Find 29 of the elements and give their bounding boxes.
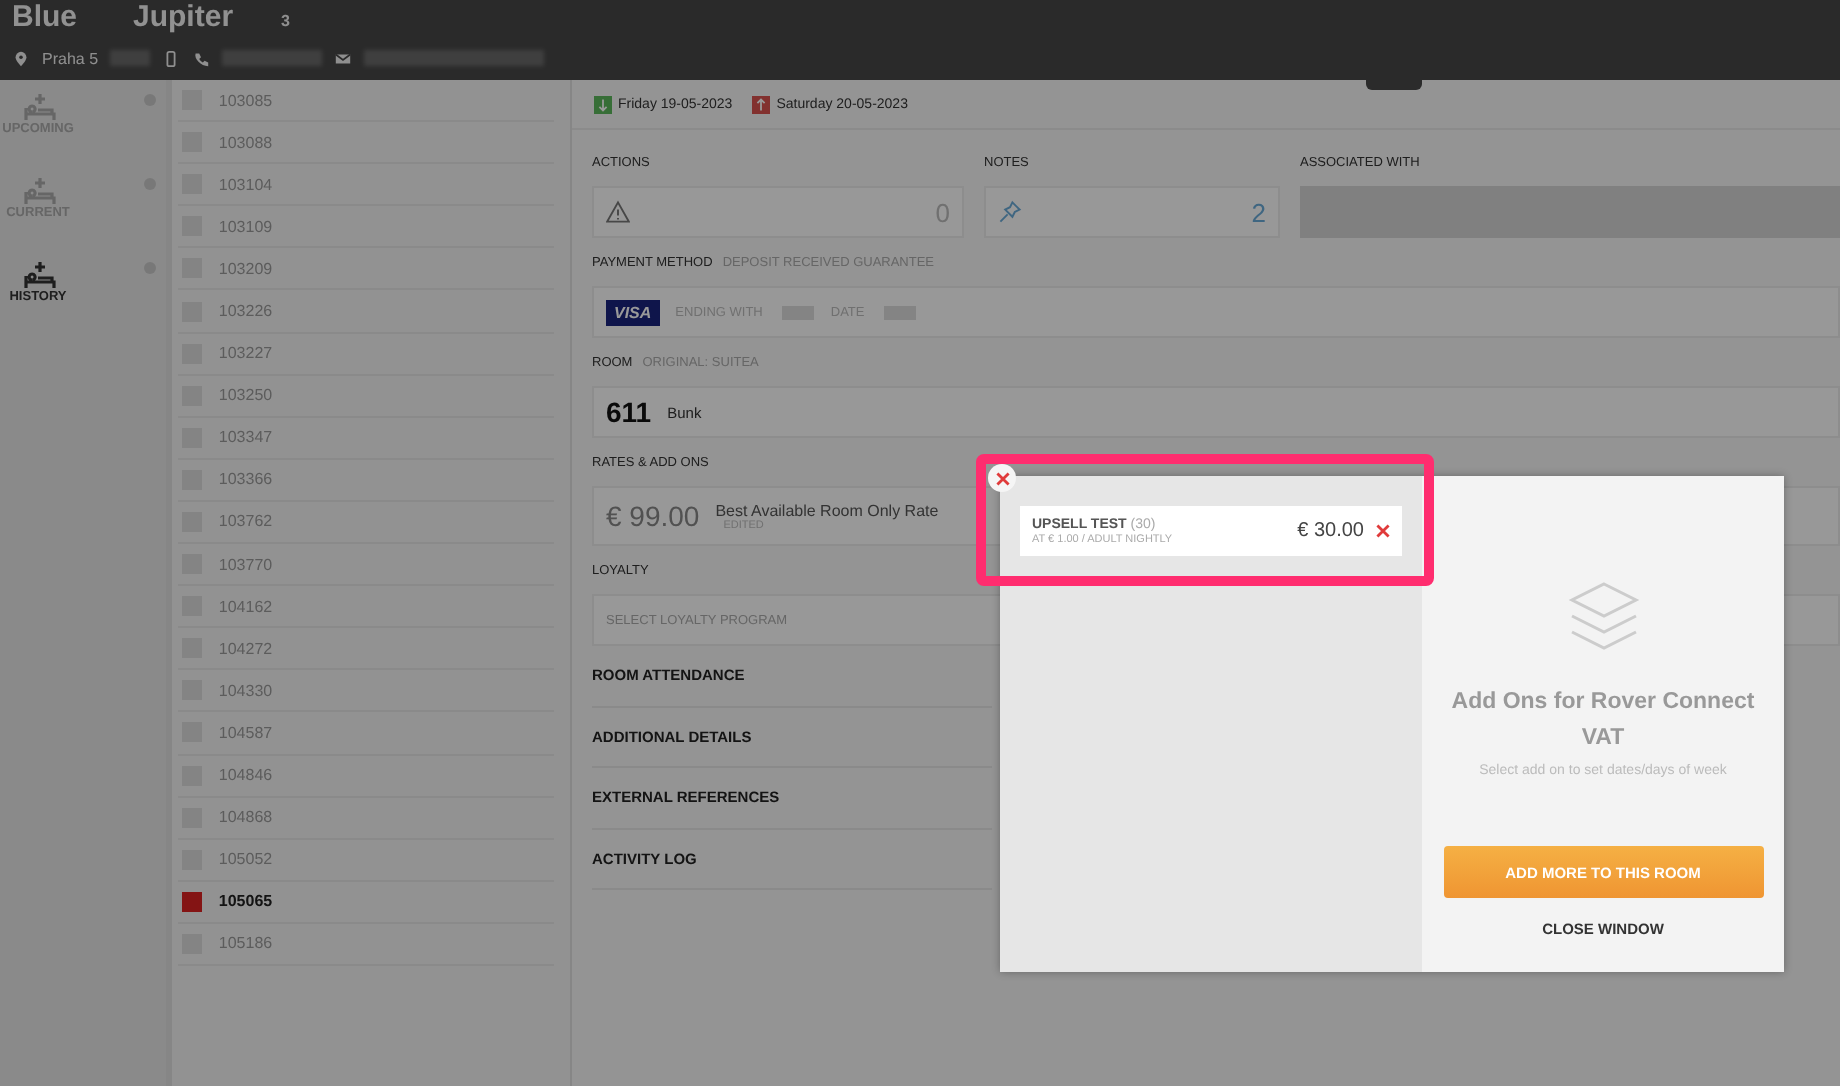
notes-card[interactable]: 2 [984, 186, 1280, 238]
mobile-phone-icon [162, 49, 181, 67]
tab-handle[interactable] [1366, 80, 1422, 90]
remove-icon [1376, 524, 1390, 538]
guest-name: Jupiter [133, 0, 234, 34]
rate-price: € 99.00 [606, 500, 700, 532]
pin-icon [998, 200, 1022, 224]
notes-count: 2 [1251, 197, 1266, 227]
envelope-icon [334, 49, 353, 67]
arrival-arrow-icon [594, 95, 612, 113]
bed-person-icon [20, 92, 56, 122]
rate-name: Best Available Room Only Rate [715, 501, 939, 519]
guest-count: 3 [281, 12, 290, 30]
hotel-name: Blue [12, 0, 78, 34]
close-icon [995, 471, 1009, 485]
bed-person-icon [20, 176, 56, 206]
location-text: Praha 5 [42, 49, 99, 67]
status-square [182, 891, 203, 912]
dialog-title: Add Ons for Rover Connect VAT [1449, 688, 1757, 754]
phone-icon [192, 49, 211, 67]
location-pin-icon [12, 49, 30, 67]
warning-icon [606, 200, 630, 224]
booking-number: 105065 [218, 892, 273, 911]
room-number: 611 [606, 396, 652, 428]
visa-logo: VISA [606, 299, 660, 325]
bed-person-icon [20, 260, 56, 290]
departure-arrow-icon [752, 95, 771, 113]
addon-price: € 30.00 [1297, 520, 1364, 542]
booking-row[interactable]: 105065 [178, 881, 554, 924]
